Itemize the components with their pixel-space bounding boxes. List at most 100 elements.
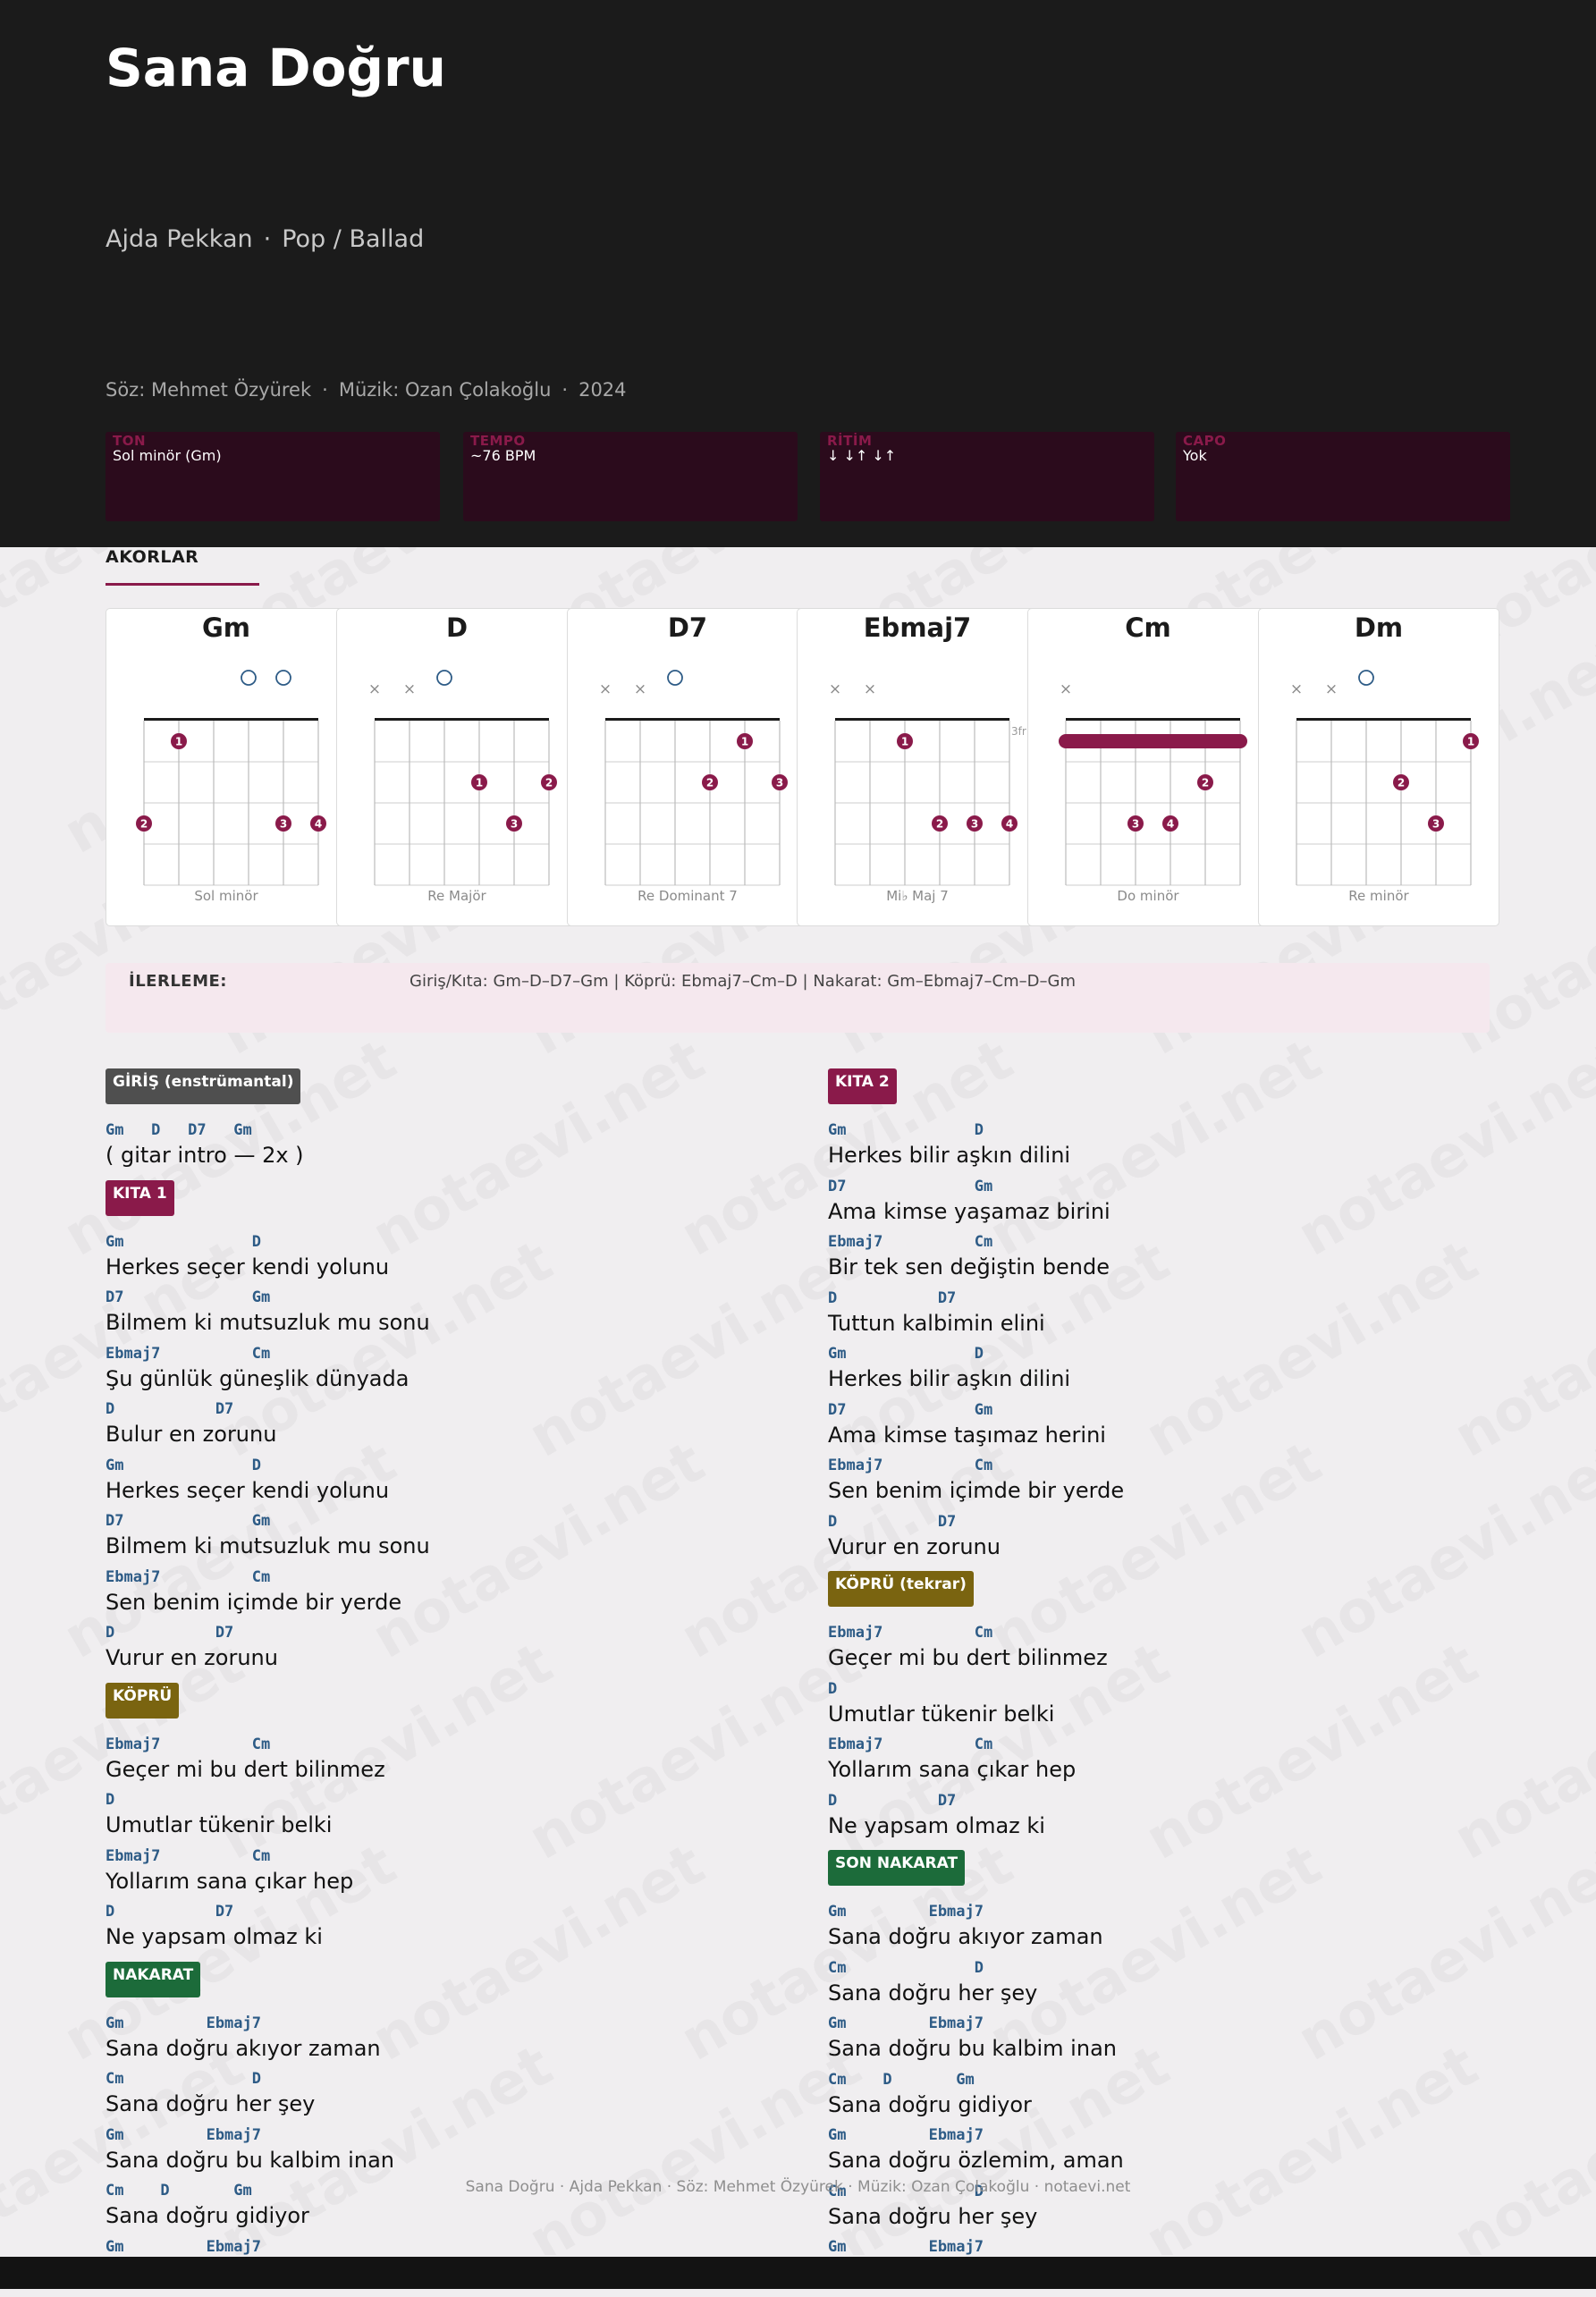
section-tag: GİRİŞ (enstrümantal): [106, 1068, 301, 1104]
chord-diagram: × × 1 2 3: [1290, 670, 1479, 886]
chord-line: D D7: [106, 1624, 234, 1642]
song-title: Sana Doğru: [106, 38, 446, 98]
chord-card: D × × 1 2 3 Re Majör: [336, 608, 578, 926]
open-string-icon: [275, 670, 291, 686]
chord-line: Gm D: [828, 1345, 984, 1363]
lyric-line: Ebmaj7 Cm Bir tek sen değiştin bende: [828, 1232, 1490, 1287]
finger-number: 1: [175, 736, 182, 748]
lyric-line: Gm Ebmaj7 Sana doğru bu kalbim inan: [828, 2014, 1490, 2068]
lyric-line: Gm D Herkes seçer kendi yolunu: [106, 1232, 767, 1287]
chord-line: D D7: [828, 1288, 957, 1307]
chord-description: Sol minör: [194, 888, 258, 904]
lyric-text: Herkes bilir aşkın dilini: [828, 1143, 1071, 1168]
lyric-line: Gm Ebmaj7 Sana doğru özlemim, aman: [828, 2125, 1490, 2180]
lyric-line: D7 Gm Bilmem ki mutsuzluk mu sonu: [106, 1511, 767, 1566]
muted-string-icon: ×: [634, 680, 646, 698]
lyric-line: Gm Ebmaj7 Sana doğru akıyor zaman: [106, 2014, 767, 2068]
chord-card: D7 × × 1 2 3 Re Dominant 7: [567, 608, 808, 926]
finger-number: 1: [476, 777, 483, 790]
finger-number: 3: [971, 818, 978, 831]
lyric-line: Gm D Herkes bilir aşkın dilini: [828, 1120, 1490, 1175]
chord-description: Re minör: [1348, 888, 1409, 904]
chord-nut: [835, 718, 1009, 721]
fret-position-label: 3fr: [1011, 725, 1026, 738]
chord-description: Re Dominant 7: [638, 888, 738, 904]
lyric-text: Umutlar tükenir belki: [106, 1812, 333, 1837]
chord-line: Gm Ebmaj7: [106, 2125, 261, 2144]
chord-card: Cm × 2 3 4 Do minör: [1027, 608, 1269, 926]
finger-number: 2: [706, 777, 714, 790]
muted-string-icon: ×: [599, 680, 612, 698]
section-tag: NAKARAT: [106, 1961, 201, 1997]
lyric-line: Ebmaj7 Cm Yollarım sana çıkar hep: [828, 1735, 1490, 1789]
finger-number: 4: [1006, 818, 1013, 831]
lyrics-column-left: GİRİŞ (enstrümantal) Gm D D7 Gm ( gitar in…: [106, 1068, 767, 2296]
lyric-line: D7 Gm Ama kimse yaşamaz birini: [828, 1177, 1490, 1231]
lyric-line: Cm D Sana doğru her şey: [828, 1958, 1490, 2013]
lyric-text: Ama kimse yaşamaz birini: [828, 1198, 1110, 1224]
lyric-line: Ebmaj7 Cm Yollarım sana çıkar hep: [106, 1846, 767, 1901]
lyrics-column-right: KITA 2 Gm D Herkes bilir aşkın dilini D7 Gm…: [828, 1068, 1490, 2297]
chord-card: Gm 1 2 3 4 Sol minör: [106, 608, 347, 926]
section-tag: KITA 1: [106, 1179, 174, 1216]
muted-string-icon: ×: [403, 680, 416, 698]
section-tag: SON NAKARAT: [828, 1850, 966, 1886]
lyric-text: Geçer mi bu dert bilinmez: [828, 1645, 1108, 1670]
song-header: Sana Doğru Ajda Pekkan · Pop / Ballad Söz:…: [0, 0, 1596, 547]
lyric-text: Bilmem ki mutsuzluk mu sonu: [106, 1310, 430, 1335]
finger-number: 2: [1398, 777, 1405, 790]
lyric-text: Sana doğru her şey: [106, 2091, 316, 2116]
chord-line: Gm D: [828, 1121, 984, 1139]
lyric-text: Şu günlük güneşlik dünyada: [106, 1365, 410, 1391]
open-string-icon: [1358, 670, 1374, 686]
lyric-text: Herkes seçer kendi yolunu: [106, 1254, 390, 1279]
page-footer: Sana Doğru · Ajda Pekkan · Söz: Mehmet Ö…: [465, 2178, 1131, 2196]
chord-line: Cm D: [828, 1958, 984, 1977]
finger-number: 3: [1432, 818, 1440, 831]
genre: Pop / Ballad: [282, 225, 425, 253]
separator: ·: [322, 379, 328, 401]
lyric-text: Sana doğru bu kalbim inan: [106, 2147, 394, 2173]
section-tag: KÖPRÜ: [106, 1682, 180, 1719]
chord-diagram: × × 3fr 1 2 3 4: [829, 680, 1026, 886]
lyric-text: Sana doğru gidiyor: [828, 2091, 1032, 2117]
open-string-icon: [667, 670, 683, 686]
song-credits: Söz: Mehmet Özyürek · Müzik: Ozan Çolakoğl…: [106, 379, 627, 401]
chord-card: Dm × × 1 2 3 Re minör: [1258, 608, 1499, 926]
lyric-text: Bulur en zorunu: [106, 1422, 277, 1447]
lyric-text: Ne yapsam olmaz ki: [106, 1924, 323, 1949]
chord-line: Ebmaj7 Cm: [828, 1735, 993, 1753]
chord-line: Gm D: [106, 1232, 261, 1251]
chord-nut: [605, 718, 780, 721]
lyric-line: D7 Gm Ama kimse taşımaz herini: [828, 1400, 1490, 1455]
finger-number: 2: [545, 777, 553, 790]
chord-description: Re Majör: [427, 888, 486, 904]
open-string-icon: [436, 670, 452, 686]
chord-nut: [144, 718, 318, 721]
info-box-rhythm: RİTİM ↓ ↓↑ ↓↑: [820, 432, 1154, 521]
finger-number: 3: [1132, 818, 1139, 831]
lyric-text: Sana doğru her şey: [828, 2203, 1038, 2229]
lyric-text: Sana doğru akıyor zaman: [106, 2035, 381, 2061]
chord-line: Gm Ebmaj7: [828, 2126, 984, 2144]
artist-name: Ajda Pekkan: [106, 225, 253, 253]
chord-diagram: × × 1 2 3: [368, 670, 557, 886]
chord-card: Ebmaj7 × × 3fr 1 2 3 4 Mi♭ Maj 7: [797, 608, 1038, 926]
separator: ·: [562, 379, 569, 401]
lyric-text: Geçer mi bu dert bilinmez: [106, 1756, 385, 1782]
music-credit: Müzik: Ozan Çolakoğlu: [338, 379, 552, 401]
chord-line: D7 Gm: [106, 1512, 271, 1530]
finger-number: 3: [776, 777, 783, 790]
chord-line: Ebmaj7 Cm: [828, 1457, 993, 1474]
finger-number: 2: [1202, 777, 1209, 790]
info-value: Yok: [1183, 447, 1207, 464]
lyric-text: Yollarım sana çıkar hep: [106, 1868, 354, 1894]
lyric-text: Sen benim içimde bir yerde: [828, 1478, 1125, 1503]
bottom-bar: [0, 2257, 1596, 2289]
chords-section-title: AKORLAR: [106, 547, 199, 567]
muted-string-icon: ×: [1060, 680, 1072, 698]
chord-line: Gm D D7 Gm: [106, 1121, 252, 1139]
separator: ·: [263, 225, 272, 253]
lyric-line: Ebmaj7 Cm Sen benim içimde bir yerde: [106, 1567, 767, 1622]
lyric-line: D D7 Ne yapsam olmaz ki: [106, 1902, 767, 1956]
